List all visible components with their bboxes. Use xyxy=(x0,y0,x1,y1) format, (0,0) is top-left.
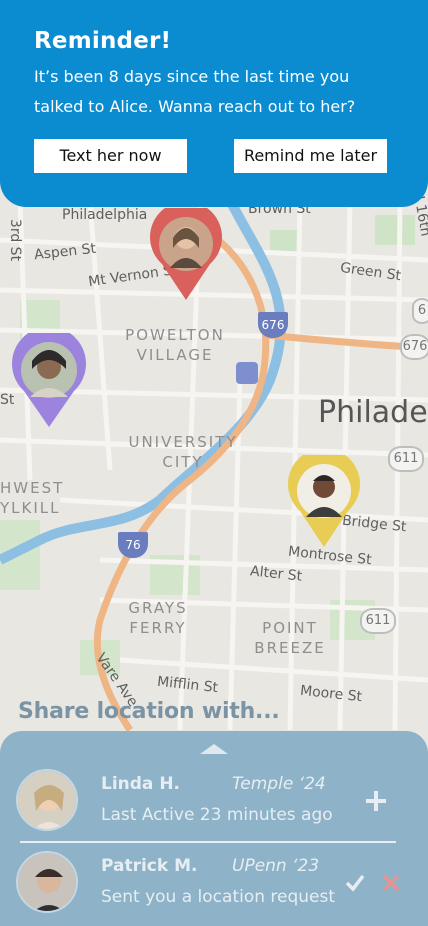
street-label: Philadelphia xyxy=(62,207,148,223)
reminder-message: It’s been 8 days since the last time you… xyxy=(34,67,356,116)
interstate-shield: 676 xyxy=(258,312,288,338)
contact-school: UPenn ‘23 xyxy=(232,856,320,876)
route-shield: 611 xyxy=(360,608,396,634)
pin-marker-icon xyxy=(150,201,222,300)
contact-row-linda[interactable]: Linda H. Temple ‘24 Last Active 23 minut… xyxy=(0,762,428,842)
purple-pin[interactable] xyxy=(12,326,87,427)
district-label: POINT BREEZE xyxy=(254,619,326,657)
reminder-actions: Text her now Remind me later xyxy=(34,139,387,173)
pin-marker-icon xyxy=(288,448,360,547)
district-label: POWELTON VILLAGE xyxy=(125,326,225,364)
contact-row-patrick[interactable]: Patrick M. UPenn ‘23 Sent you a location… xyxy=(0,844,428,924)
remind-me-later-button[interactable]: Remind me later xyxy=(234,139,387,173)
district-label: GRAYS FERRY xyxy=(128,599,188,637)
text-her-now-button[interactable]: Text her now xyxy=(34,139,187,173)
pin-marker-icon xyxy=(12,326,87,427)
route-shield: 611 xyxy=(388,446,424,472)
transit-icon xyxy=(236,362,258,384)
contact-status: Sent you a location request xyxy=(101,887,336,907)
avatar xyxy=(16,769,78,831)
street-label: 3rd St xyxy=(7,218,24,262)
contact-status: Last Active 23 minutes ago xyxy=(101,805,333,825)
divider xyxy=(20,841,396,843)
red-pin[interactable] xyxy=(150,201,222,300)
decline-x-icon[interactable] xyxy=(382,874,400,892)
route-shield: 676 xyxy=(400,334,428,360)
district-label: UNIVERSITY CITY xyxy=(128,433,238,471)
route-shield: 6 xyxy=(412,298,428,324)
district-label: HWEST YLKILL xyxy=(0,479,65,517)
city-label: Philade xyxy=(318,395,428,430)
interstate-shield: 76 xyxy=(118,532,148,558)
contact-name: Linda H. xyxy=(101,774,181,794)
add-icon[interactable] xyxy=(366,791,386,811)
reminder-title: Reminder! xyxy=(34,28,172,54)
avatar xyxy=(16,851,78,913)
share-location-heading: Share location with... xyxy=(18,699,280,724)
reminder-banner: Reminder! It’s been 8 days since the las… xyxy=(0,0,428,207)
accept-check-icon[interactable] xyxy=(345,874,365,892)
sheet-expand-handle[interactable] xyxy=(200,744,228,754)
yellow-pin[interactable] xyxy=(288,448,360,547)
contact-school: Temple ‘24 xyxy=(232,774,326,794)
contact-name: Patrick M. xyxy=(101,856,198,876)
